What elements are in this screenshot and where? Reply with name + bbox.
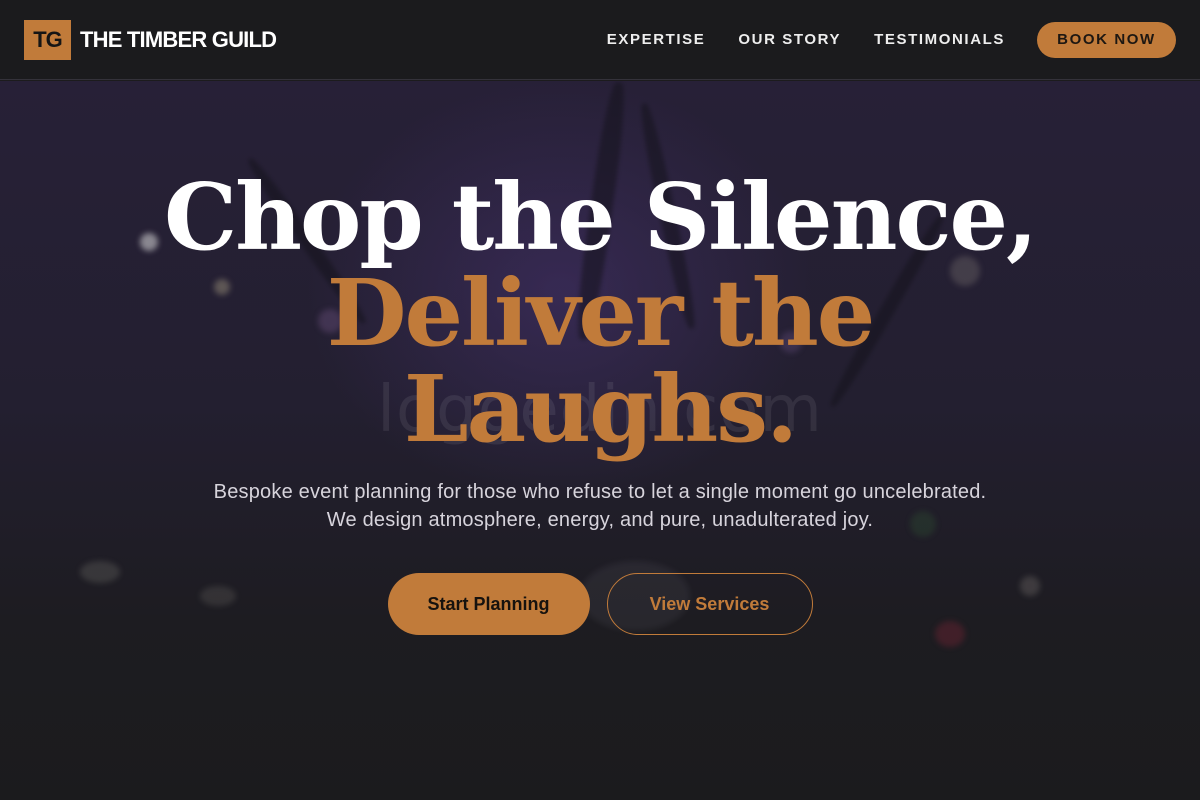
hero-headline: Chop the Silence, Deliver the Laughs.	[0, 169, 1200, 457]
nav-testimonials[interactable]: TESTIMONIALS	[874, 31, 1005, 48]
headline-line-2: Deliver the	[326, 259, 876, 367]
headline-line-3: Laughs.	[403, 355, 798, 463]
main-nav: EXPERTISE OUR STORY TESTIMONIALS BOOK NO…	[574, 21, 1176, 58]
headline-line-1: Chop the Silence,	[163, 163, 1038, 271]
book-now-button[interactable]: BOOK NOW	[1037, 21, 1176, 58]
brand-name[interactable]: THE TIMBER GUILD	[80, 27, 277, 53]
site-header: TG THE TIMBER GUILD EXPERTISE OUR STORY …	[0, 0, 1200, 80]
nav-expertise[interactable]: EXPERTISE	[607, 31, 706, 48]
hero-subtitle: Bespoke event planning for those who ref…	[0, 478, 1200, 534]
brand[interactable]: TG THE TIMBER GUILD	[24, 19, 277, 60]
logo[interactable]: TG	[24, 19, 71, 60]
view-services-button[interactable]: View Services	[606, 573, 813, 635]
nav-our-story[interactable]: OUR STORY	[738, 31, 841, 48]
start-planning-button[interactable]: Start Planning	[387, 573, 590, 635]
hero-section: loggedin.com Chop the Silence, Deliver t…	[0, 81, 1200, 800]
subtitle-line-1: Bespoke event planning for those who ref…	[213, 481, 987, 503]
cta-buttons: Start Planning View Services	[0, 573, 1200, 635]
subtitle-line-2: We design atmosphere, energy, and pure, …	[326, 509, 874, 531]
